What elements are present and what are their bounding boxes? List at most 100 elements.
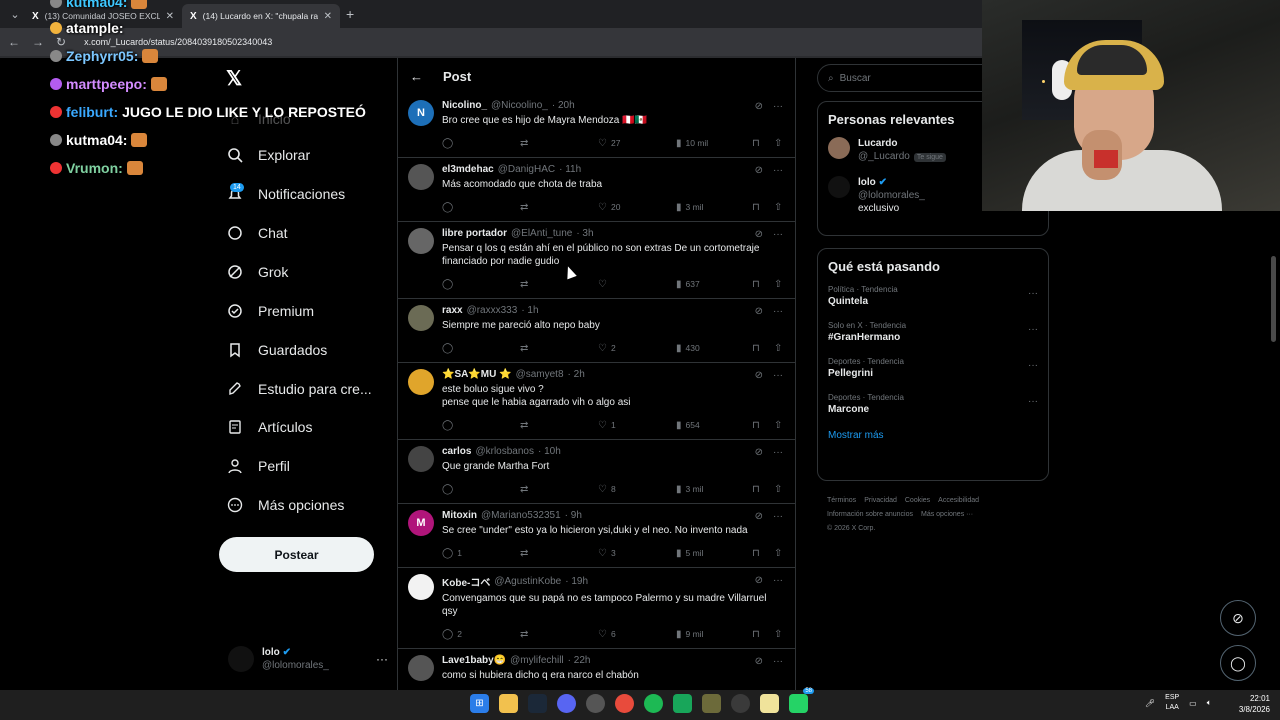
show-more-link[interactable]: Mostrar más: [818, 422, 1048, 453]
repost-button[interactable]: ⇄: [520, 138, 598, 149]
grok-icon[interactable]: ⊘: [755, 165, 763, 176]
trend-item[interactable]: Política · Tendencia Quintela ···: [818, 278, 1048, 314]
reply-button[interactable]: ◯: [442, 484, 520, 495]
more-icon[interactable]: ···: [773, 101, 783, 112]
author-handle[interactable]: @raxxx333: [467, 305, 518, 316]
grok-icon[interactable]: ⊘: [755, 511, 763, 522]
trend-item[interactable]: Deportes · Tendencia Marcone ···: [818, 386, 1048, 422]
more-icon[interactable]: ···: [773, 575, 783, 586]
more-icon[interactable]: ···: [773, 229, 783, 240]
avatar[interactable]: [408, 446, 434, 472]
like-button[interactable]: ♡: [598, 279, 676, 290]
footer-link[interactable]: Información sobre anuncios: [827, 511, 913, 518]
more-icon[interactable]: ···: [773, 306, 783, 317]
bookmark-button[interactable]: ⊓: [752, 629, 774, 640]
author-handle[interactable]: @krlosbanos: [475, 446, 534, 457]
browser-tab-2[interactable]: X (14) Lucardo en X: "chupala rap ✕: [182, 4, 340, 28]
steam-icon[interactable]: [528, 694, 547, 713]
grok-icon[interactable]: ⊘: [755, 306, 763, 317]
timestamp[interactable]: · 11h: [559, 164, 581, 175]
reply-button[interactable]: ◯: [442, 138, 520, 149]
repost-button[interactable]: ⇄: [520, 420, 598, 431]
back-arrow-icon[interactable]: ←: [410, 69, 423, 84]
avatar[interactable]: [408, 228, 434, 254]
chrome-icon[interactable]: [615, 694, 634, 713]
bookmark-button[interactable]: ⊓: [752, 548, 774, 559]
more-icon[interactable]: ···: [773, 165, 783, 176]
x-logo-icon[interactable]: 𝕏: [226, 66, 242, 91]
like-button[interactable]: ♡ 2: [598, 343, 676, 354]
like-button[interactable]: ♡ 27: [598, 138, 676, 149]
post-button[interactable]: Postear: [219, 537, 374, 572]
chat-fab-button[interactable]: ◯: [1220, 645, 1256, 681]
like-button[interactable]: ♡ 6: [598, 629, 676, 640]
bookmark-button[interactable]: ⊓: [752, 343, 774, 354]
bookmark-button[interactable]: ⊓: [752, 202, 774, 213]
author-name[interactable]: el3mdehac: [442, 164, 494, 175]
views-button[interactable]: ▮ 654: [676, 420, 752, 431]
reply-tweet[interactable]: carlos @krlosbanos · 10h Que grande Martha …: [398, 440, 795, 504]
search-input[interactable]: ⌕ Buscar: [817, 64, 997, 92]
grok-fab-button[interactable]: ⊘: [1220, 600, 1256, 636]
timestamp[interactable]: · 22h: [568, 655, 591, 666]
reload-icon[interactable]: ↻: [56, 35, 66, 49]
author-handle[interactable]: @Mariano532351: [481, 510, 561, 521]
volume-icon[interactable]: 🔈︎: [1207, 698, 1212, 708]
like-button[interactable]: ♡ 3: [598, 548, 676, 559]
reply-tweet[interactable]: libre portador @ElAnti_tune · 3h Pensar q l…: [398, 222, 795, 299]
grok-icon[interactable]: ⊘: [755, 575, 763, 586]
more-icon[interactable]: ···: [1028, 324, 1038, 335]
timestamp[interactable]: · 1h: [521, 305, 538, 316]
repost-button[interactable]: ⇄: [520, 548, 598, 559]
repost-button[interactable]: ⇄: [520, 279, 598, 290]
timestamp[interactable]: · 2h: [568, 369, 585, 380]
close-tab-icon[interactable]: ✕: [166, 11, 174, 22]
reply-button[interactable]: ◯: [442, 420, 520, 431]
views-button[interactable]: ▮ 10 mil: [676, 138, 752, 149]
app-icon[interactable]: [702, 694, 721, 713]
account-switcher[interactable]: lolo ✔ @lolomorales_ ···: [228, 643, 388, 675]
ccleaner-icon[interactable]: [731, 694, 750, 713]
reply-button[interactable]: ◯ 1: [442, 548, 520, 559]
grok-icon[interactable]: ⊘: [755, 447, 763, 458]
author-handle[interactable]: @samyet8: [516, 369, 564, 380]
like-button[interactable]: ♡ 1: [598, 420, 676, 431]
reply-button[interactable]: ◯ 2: [442, 629, 520, 640]
author-name[interactable]: Kobe-コベ: [442, 574, 490, 589]
bookmark-button[interactable]: ⊓: [752, 138, 774, 149]
author-name[interactable]: ⭐SA⭐MU ⭐: [442, 369, 512, 380]
whatsapp-icon[interactable]: 58: [789, 688, 814, 713]
more-icon[interactable]: ···: [773, 370, 783, 381]
views-button[interactable]: ▮ 5 mil: [676, 548, 752, 559]
author-handle[interactable]: @Nicoolino_: [491, 100, 548, 111]
like-button[interactable]: ♡ 20: [598, 202, 676, 213]
page-scrollbar[interactable]: [1271, 256, 1276, 342]
new-tab-icon[interactable]: +: [346, 6, 354, 22]
more-icon[interactable]: ···: [1028, 360, 1038, 371]
nav-premium[interactable]: Premium: [226, 302, 314, 320]
nav-articles[interactable]: Artículos: [226, 418, 312, 436]
footer-link[interactable]: Privacidad: [864, 497, 897, 504]
nav-bookmarks[interactable]: Guardados: [226, 341, 327, 359]
views-button[interactable]: ▮ 3 mil: [676, 484, 752, 495]
footer-link[interactable]: Cookies: [905, 497, 930, 504]
footer-link[interactable]: Accesibilidad: [938, 497, 979, 504]
trend-item[interactable]: Solo en X · Tendencia #GranHermano ···: [818, 314, 1048, 350]
timestamp[interactable]: · 9h: [565, 510, 582, 521]
more-icon[interactable]: ···: [1028, 396, 1038, 407]
share-button[interactable]: ⇧: [774, 343, 782, 354]
forward-icon[interactable]: →: [32, 35, 44, 49]
repost-button[interactable]: ⇄: [520, 202, 598, 213]
repost-button[interactable]: ⇄: [520, 629, 598, 640]
more-icon[interactable]: ···: [773, 511, 783, 522]
avatar[interactable]: N: [408, 100, 434, 126]
author-handle[interactable]: @mylifechill: [510, 655, 564, 666]
trend-item[interactable]: Deportes · Tendencia Pellegrini ···: [818, 350, 1048, 386]
nav-home[interactable]: ⌂ Inicio: [226, 110, 291, 128]
share-button[interactable]: ⇧: [774, 484, 782, 495]
discord-icon[interactable]: [557, 694, 576, 713]
views-button[interactable]: ▮ 9 mil: [676, 629, 752, 640]
share-button[interactable]: ⇧: [774, 202, 782, 213]
timestamp[interactable]: · 10h: [538, 446, 561, 457]
more-icon[interactable]: ···: [376, 652, 388, 666]
